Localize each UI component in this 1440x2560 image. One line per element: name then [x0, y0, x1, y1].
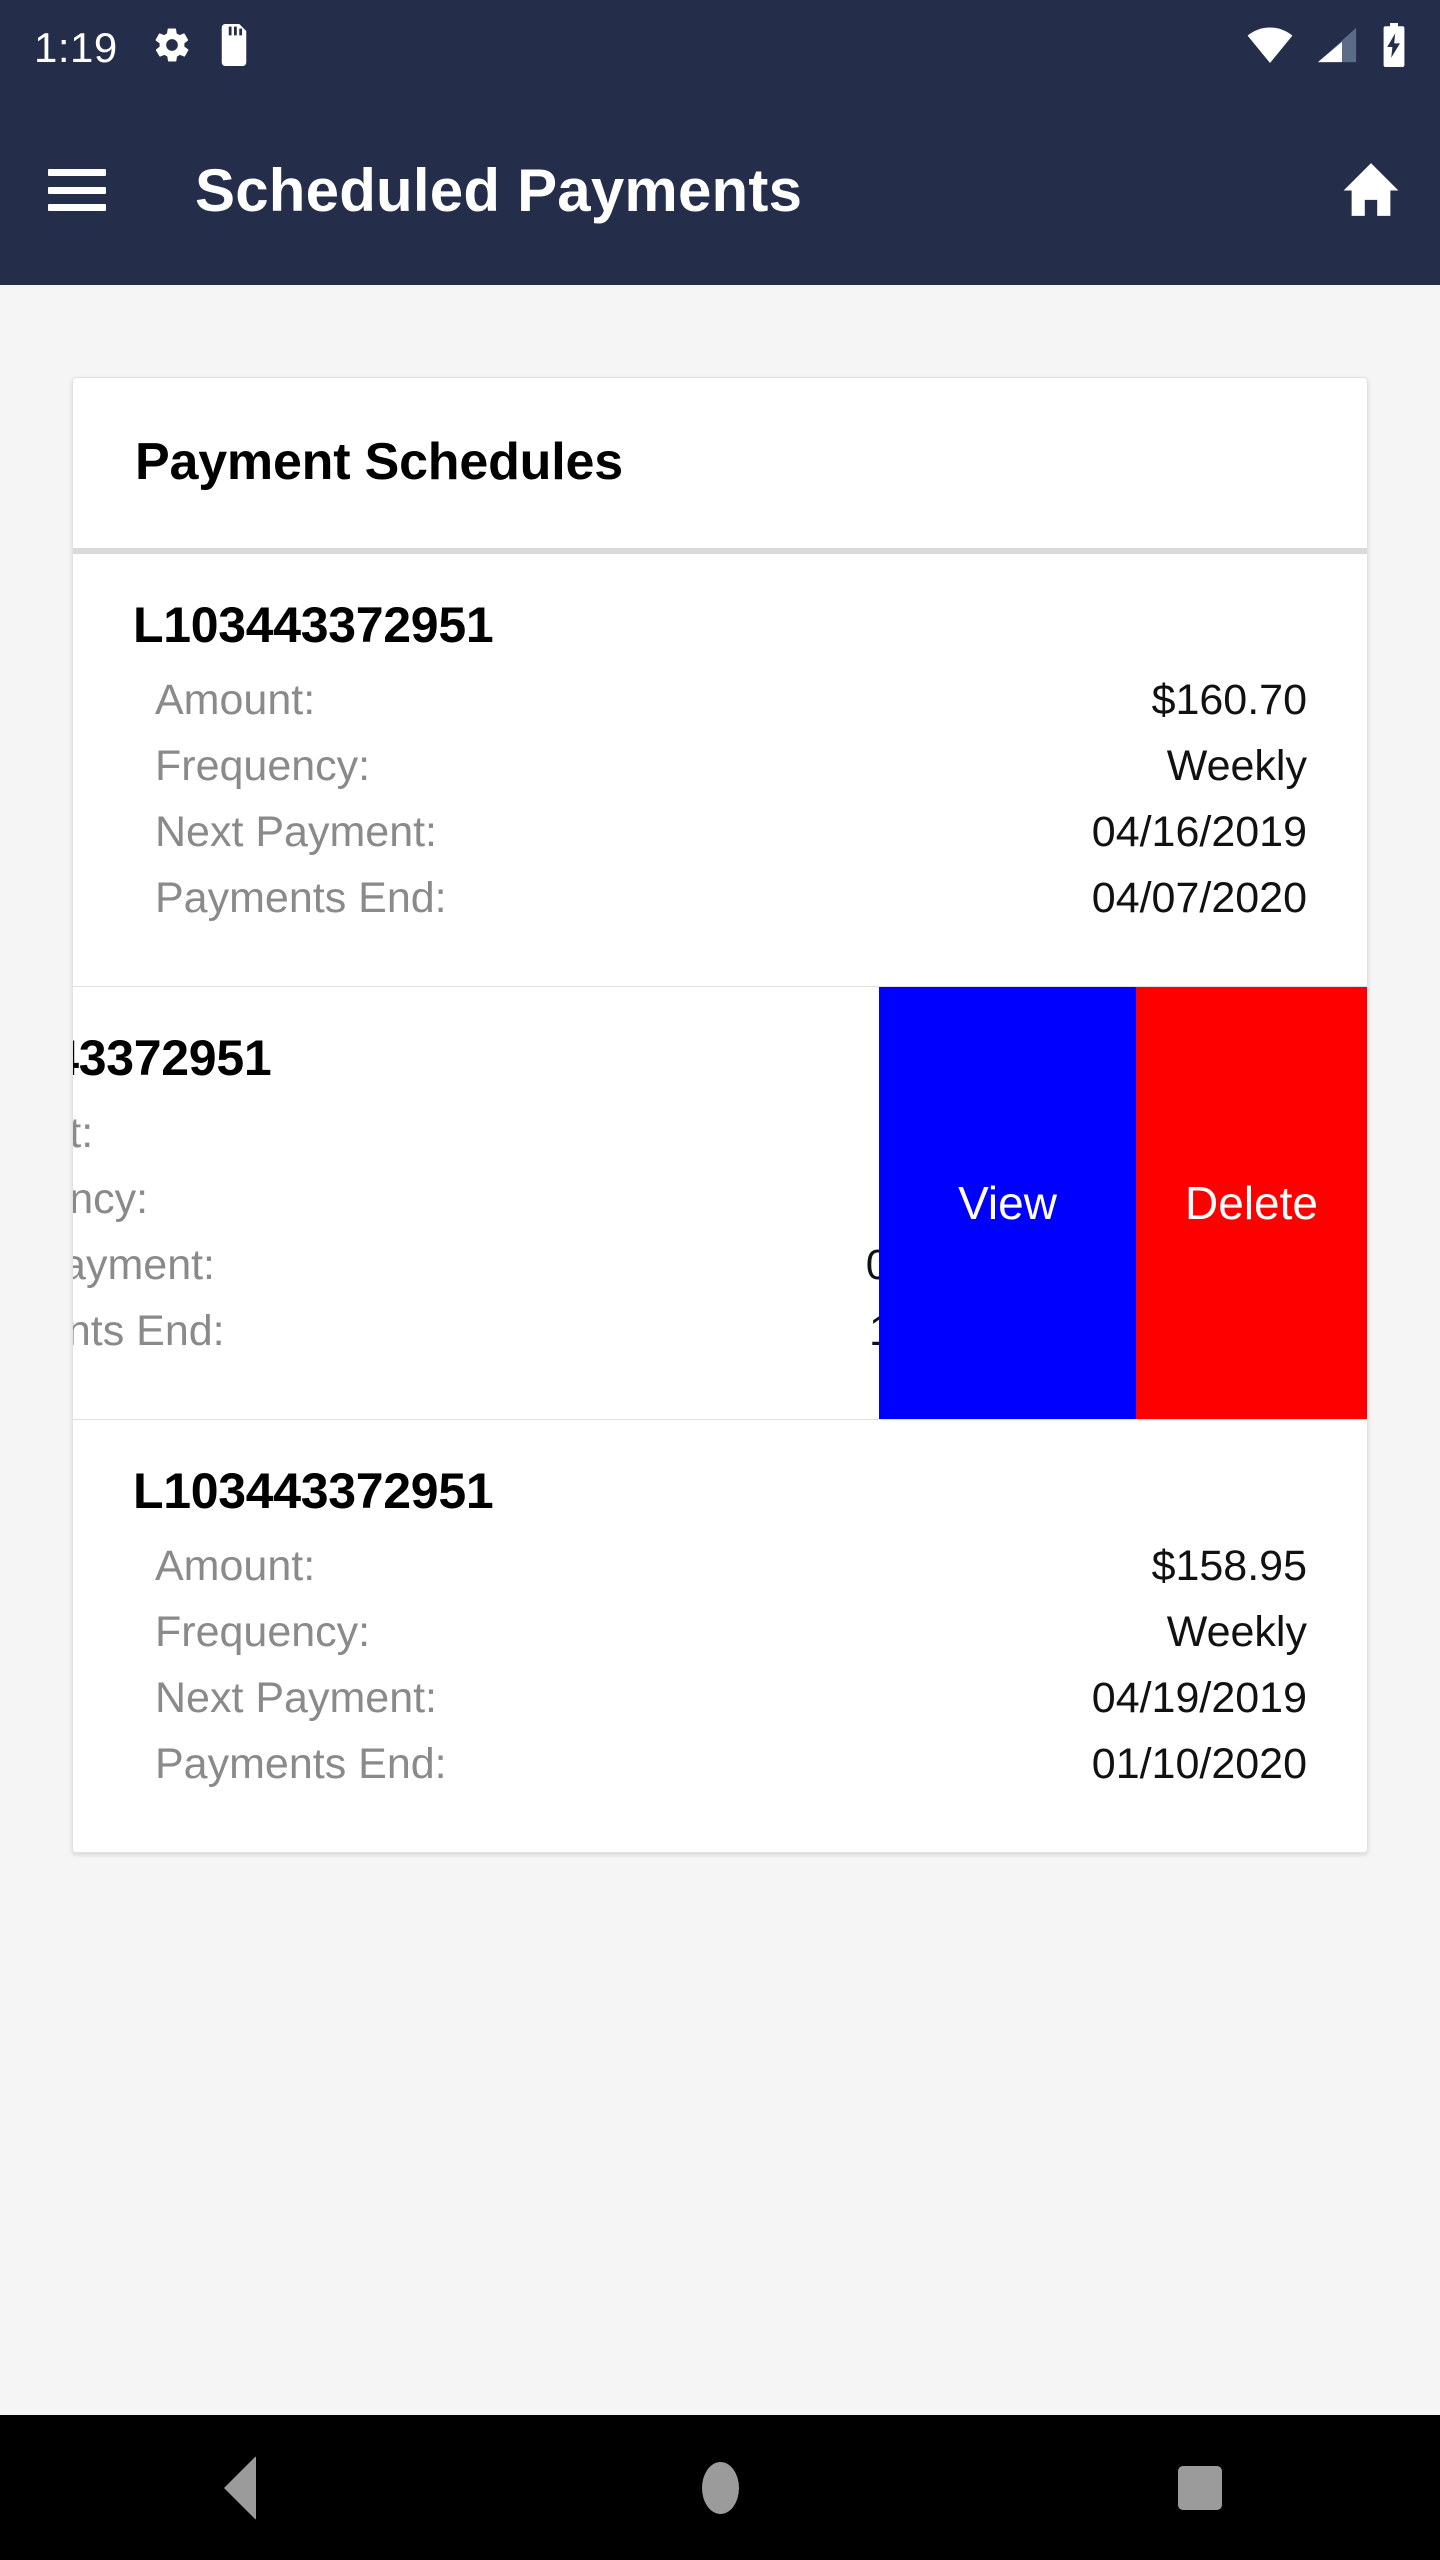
phone-screen: 1:19 Scheduled Payments Payment Schedule…	[0, 0, 1440, 2560]
detail-value: 04/07/2020	[1091, 874, 1307, 922]
detail-value: Weekly	[1166, 1608, 1307, 1656]
back-icon	[224, 2455, 256, 2520]
android-navigation-bar	[0, 2415, 1440, 2560]
detail-amount: Amount: $160.70	[155, 676, 1307, 742]
schedule-details: Amount: $160.70 Frequency: Weekly Next P…	[133, 676, 1307, 940]
page-title: Scheduled Payments	[195, 156, 803, 224]
payment-schedules-card: Payment Schedules L103443372951 Amount: …	[72, 377, 1368, 1853]
table-row[interactable]: L103443372951 Amount: $160.70 Frequency:…	[73, 554, 1367, 987]
detail-label: Next Payment:	[155, 808, 437, 856]
detail-next-payment: Next Payment: 04/19/2019	[155, 1674, 1307, 1740]
table-row[interactable]: L103443372951 Amount: $158.95 Frequency:…	[73, 1420, 1367, 1852]
detail-label: Next Payment:	[73, 1241, 215, 1289]
nav-recents-button[interactable]	[1120, 2415, 1280, 2560]
schedule-loan-id: L103443372951	[133, 1463, 494, 1519]
detail-label: Payments End:	[155, 874, 447, 922]
detail-label: Frequency:	[155, 742, 371, 790]
detail-label: Amount:	[155, 1542, 316, 1590]
wifi-icon	[1246, 25, 1294, 70]
detail-value: 01/10/2020	[1091, 1740, 1307, 1788]
detail-label: Frequency:	[73, 1175, 149, 1223]
table-row-swiped[interactable]: L103443372951 Amount: $158.95 Frequency:…	[73, 987, 1367, 1420]
detail-value: Weekly	[1166, 742, 1307, 790]
detail-label: Payments End:	[73, 1307, 225, 1355]
status-bar-clock: 1:19	[34, 23, 118, 71]
recents-square-icon	[1178, 2465, 1222, 2510]
home-icon[interactable]	[1340, 159, 1402, 221]
status-bar: 1:19	[0, 0, 1440, 95]
detail-label: Frequency:	[155, 1608, 371, 1656]
detail-value: 04/16/2019	[1091, 808, 1307, 856]
delete-button[interactable]: Delete	[1136, 987, 1367, 1419]
detail-label: Payments End:	[155, 1740, 447, 1788]
detail-value: $158.95	[1151, 1542, 1307, 1590]
detail-label: Amount:	[73, 1109, 94, 1157]
cellular-signal-icon	[1316, 25, 1358, 70]
schedule-details: Amount: $158.95 Frequency: Weekly Next P…	[133, 1542, 1307, 1806]
app-bar: Scheduled Payments	[0, 95, 1440, 285]
nav-home-button[interactable]	[640, 2415, 800, 2560]
view-button[interactable]: View	[879, 987, 1136, 1419]
detail-frequency: Frequency: Weekly	[155, 742, 1307, 808]
hamburger-menu-icon[interactable]	[48, 169, 106, 211]
content-area: Payment Schedules L103443372951 Amount: …	[0, 285, 1440, 2415]
detail-payments-end: Payments End: 04/07/2020	[155, 874, 1307, 940]
card-header-title: Payment Schedules	[135, 433, 623, 491]
detail-payments-end: Payments End: 01/10/2020	[155, 1740, 1307, 1806]
sd-card-icon	[218, 24, 250, 71]
detail-amount: Amount: $158.95	[155, 1542, 1307, 1608]
battery-charging-icon	[1380, 23, 1408, 72]
home-circle-icon	[701, 2461, 739, 2514]
status-bar-notification-icons	[152, 24, 250, 71]
nav-back-button[interactable]	[160, 2415, 320, 2560]
detail-value: 04/19/2019	[1091, 1674, 1307, 1722]
detail-next-payment: Next Payment: 04/16/2019	[155, 808, 1307, 874]
status-bar-system-icons	[1246, 23, 1408, 72]
schedule-loan-id: L103443372951	[133, 597, 494, 653]
detail-value: $160.70	[1151, 676, 1307, 724]
card-header: Payment Schedules	[73, 378, 1367, 554]
swipe-action-buttons: View Delete	[879, 987, 1367, 1419]
detail-label: Next Payment:	[155, 1674, 437, 1722]
gear-icon	[152, 25, 192, 70]
detail-label: Amount:	[155, 676, 316, 724]
detail-frequency: Frequency: Weekly	[155, 1608, 1307, 1674]
